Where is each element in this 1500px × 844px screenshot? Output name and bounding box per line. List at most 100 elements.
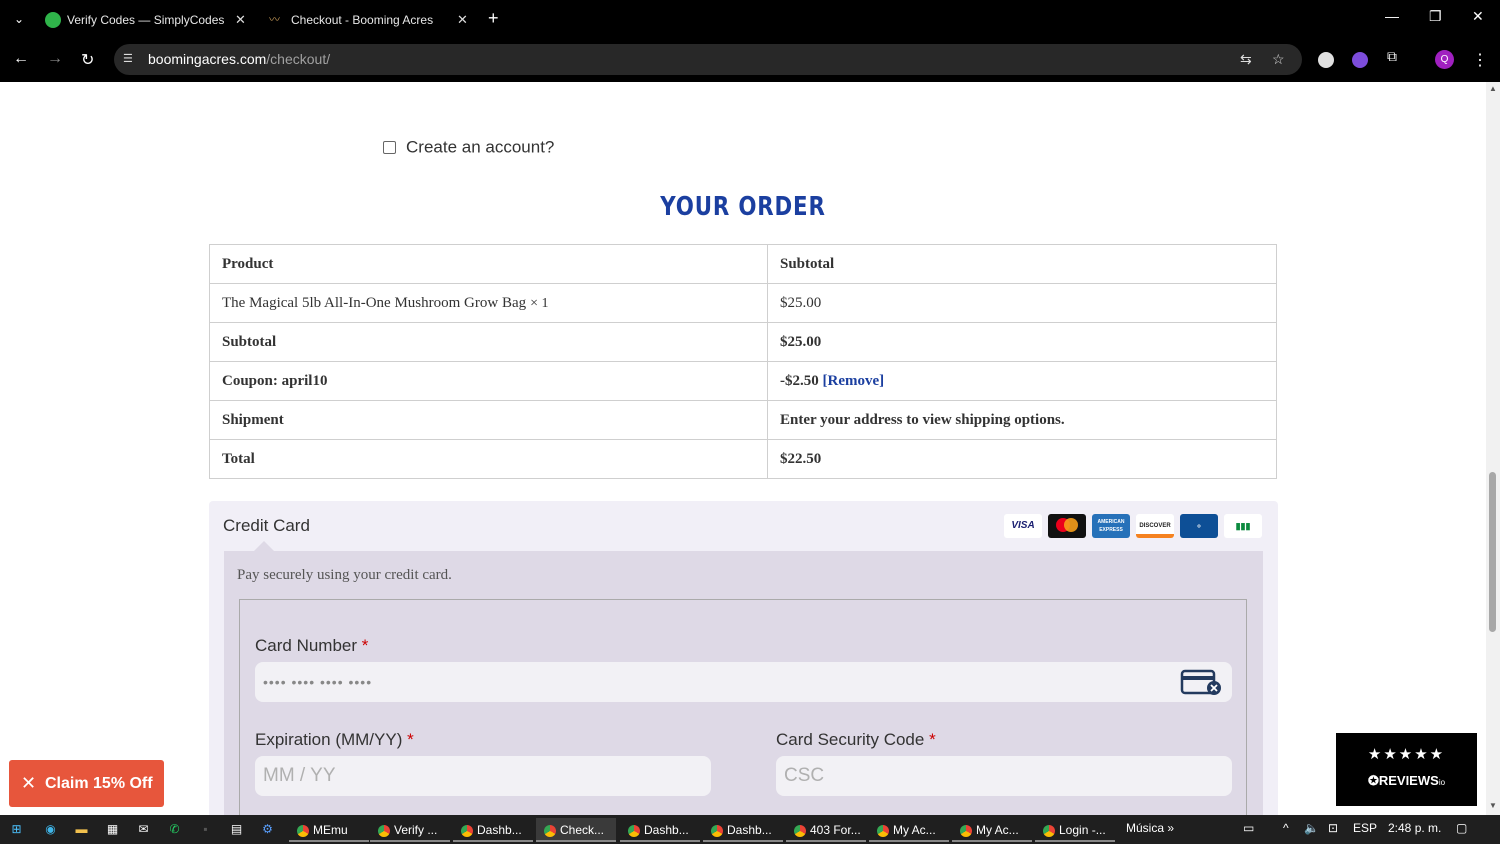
scroll-thumb[interactable] — [1489, 472, 1496, 632]
tab-title: Checkout - Booming Acres — [291, 13, 434, 27]
order-title: YOUR ORDER — [660, 192, 826, 222]
close-window-icon[interactable]: ✕ — [1472, 8, 1484, 25]
rating-stars-icon: ★★★★★ — [1367, 746, 1446, 763]
card-error-icon — [1180, 669, 1221, 695]
product-price: $25.00 — [767, 283, 1277, 323]
product-quantity: × 1 — [530, 295, 549, 311]
taskbar-app-my-account-2[interactable]: My Ac... — [952, 818, 1032, 842]
taskbar-app-dashboard-1[interactable]: Dashb... — [453, 818, 533, 842]
subtotal-label: Subtotal — [209, 322, 768, 362]
total-label: Total — [209, 439, 768, 479]
new-tab-icon[interactable]: + — [488, 8, 499, 29]
scroll-up-arrow-icon[interactable]: ▲ — [1489, 84, 1497, 93]
bookmark-star-icon[interactable]: ☆ — [1272, 51, 1285, 68]
jcb-logo-icon: ▮▮▮ — [1224, 514, 1262, 538]
forward-icon[interactable]: → — [47, 50, 63, 68]
diners-club-logo-icon: ◎ — [1180, 514, 1218, 538]
csc-label: Card Security Code * — [776, 730, 936, 749]
page-scrollbar[interactable]: ▲ ▼ — [1486, 82, 1500, 815]
url-text: boomingacres.com/checkout/ — [148, 51, 331, 67]
scroll-down-arrow-icon[interactable]: ▼ — [1489, 801, 1497, 810]
table-header-row: Product Subtotal — [209, 244, 1277, 284]
taskbar-app-403[interactable]: 403 For... — [786, 818, 866, 842]
show-hidden-icons-icon[interactable]: ^ — [1283, 821, 1289, 835]
browser-tab-bar: ⌄ Verify Codes — SimplyCodes ✕ 〰 Checkou… — [0, 0, 1500, 40]
tab-search-chevron-icon[interactable]: ⌄ — [10, 10, 28, 28]
edge-icon[interactable]: ◉ — [42, 821, 59, 838]
taskbar-app-memu[interactable]: MEmu — [289, 818, 369, 842]
tab-verify-codes[interactable]: Verify Codes — SimplyCodes ✕ — [45, 6, 250, 34]
card-number-input[interactable]: •••• •••• •••• •••• — [255, 662, 1232, 702]
create-account-checkbox[interactable] — [383, 141, 396, 155]
reload-icon[interactable]: ↻ — [81, 50, 94, 70]
notifications-icon[interactable]: ▢ — [1456, 821, 1467, 835]
site-settings-icon[interactable]: ☰ — [123, 52, 137, 66]
translate-icon[interactable]: ⇆ — [1240, 51, 1252, 68]
music-toolbar[interactable]: Música » — [1126, 821, 1174, 835]
tab-checkout[interactable]: 〰 Checkout - Booming Acres ✕ — [269, 6, 474, 34]
settings-app-icon[interactable]: ⚙ — [259, 821, 276, 838]
checkout-page: Create an account? YOUR ORDER Product Su… — [0, 82, 1486, 815]
profile-avatar[interactable]: Q — [1435, 50, 1454, 69]
expiration-input[interactable]: MM / YY — [255, 756, 711, 796]
taskbar-app-dashboard-3[interactable]: Dashb... — [703, 818, 783, 842]
calendar-icon[interactable]: ▤ — [228, 821, 245, 838]
credit-card-method-label[interactable]: Credit Card — [223, 516, 310, 536]
extensions-puzzle-icon[interactable]: ⧉ — [1387, 48, 1403, 64]
credit-card-form-box: Pay securely using your credit card. Car… — [224, 541, 1263, 815]
network-icon[interactable]: ⊡ — [1328, 821, 1338, 835]
coupon-label: Coupon: april10 — [209, 361, 768, 401]
restore-icon[interactable]: ❐ — [1429, 8, 1442, 25]
mastercard-logo-icon — [1048, 514, 1086, 538]
more-menu-icon[interactable]: ⋮ — [1472, 50, 1488, 70]
taskbar-app-dashboard-2[interactable]: Dashb... — [620, 818, 700, 842]
language-indicator[interactable]: ESP — [1353, 821, 1377, 835]
minimize-icon[interactable]: — — [1385, 8, 1399, 24]
windows-taskbar: ⊞ ◉ ▬ ▦ ✉ ✆ ▪ ▤ ⚙ MEmu Verify ... Dashb.… — [0, 815, 1500, 844]
reviews-logo: ✪REVIEWSio — [1367, 773, 1446, 788]
create-account-label: Create an account? — [406, 137, 555, 157]
volume-icon[interactable]: 🔈 — [1304, 821, 1319, 835]
create-account-option[interactable]: Create an account? — [383, 137, 554, 158]
visa-logo-icon: VISA — [1004, 514, 1042, 538]
app-icon[interactable]: ▪ — [197, 821, 214, 838]
remove-coupon-link[interactable]: [Remove] — [823, 373, 885, 389]
taskbar-app-verify[interactable]: Verify ... — [370, 818, 450, 842]
file-explorer-icon[interactable]: ▬ — [73, 821, 90, 838]
csc-input[interactable]: CSC — [776, 756, 1232, 796]
subtotal-value: $25.00 — [767, 322, 1277, 362]
booming-acres-icon: 〰 — [269, 14, 280, 26]
expiration-label: Expiration (MM/YY) * — [255, 730, 414, 749]
taskbar-app-my-account-1[interactable]: My Ac... — [869, 818, 949, 842]
total-value: $22.50 — [767, 439, 1277, 479]
discover-logo-icon: DISCOVER — [1136, 514, 1174, 538]
table-row: Subtotal $25.00 — [209, 322, 1277, 362]
address-bar[interactable]: ☰ boomingacres.com/checkout/ ⇆ ☆ — [114, 44, 1302, 75]
simplycodes-extension-icon[interactable] — [1352, 52, 1368, 68]
tab-title: Verify Codes — SimplyCodes — [67, 13, 225, 27]
amex-logo-icon: AMERICAN EXPRESS — [1092, 514, 1130, 538]
taskbar-app-checkout[interactable]: Check... — [536, 818, 616, 842]
close-icon[interactable]: ✕ — [457, 6, 468, 34]
mail-icon[interactable]: ✉ — [135, 821, 152, 838]
close-icon[interactable]: ✕ — [235, 6, 246, 34]
clock[interactable]: 2:48 p. m. — [1388, 821, 1441, 835]
back-icon[interactable]: ← — [13, 50, 29, 68]
news-icon[interactable]: ▭ — [1243, 821, 1254, 835]
windows-start-icon[interactable]: ⊞ — [8, 821, 25, 838]
claim-discount-button[interactable]: ✕ Claim 15% Off — [9, 760, 164, 807]
product-cell: The Magical 5lb All-In-One Mushroom Grow… — [209, 283, 768, 323]
order-review-table: Product Subtotal The Magical 5lb All-In-… — [209, 244, 1277, 479]
store-icon[interactable]: ▦ — [104, 821, 121, 838]
table-row: Coupon: april10 -$2.50 [Remove] — [209, 361, 1277, 401]
whatsapp-icon[interactable]: ✆ — [166, 821, 183, 838]
column-header-product: Product — [209, 244, 768, 284]
card-number-placeholder: •••• •••• •••• •••• — [263, 674, 373, 690]
reviews-badge[interactable]: ★★★★★ ✪REVIEWSio — [1336, 733, 1477, 806]
coupon-value: -$2.50 — [780, 372, 819, 389]
payment-description: Pay securely using your credit card. — [237, 567, 452, 583]
globe-extension-icon[interactable] — [1318, 52, 1334, 68]
taskbar-app-login[interactable]: Login -... — [1035, 818, 1115, 842]
table-row: Total $22.50 — [209, 439, 1277, 479]
close-icon[interactable]: ✕ — [21, 760, 36, 807]
